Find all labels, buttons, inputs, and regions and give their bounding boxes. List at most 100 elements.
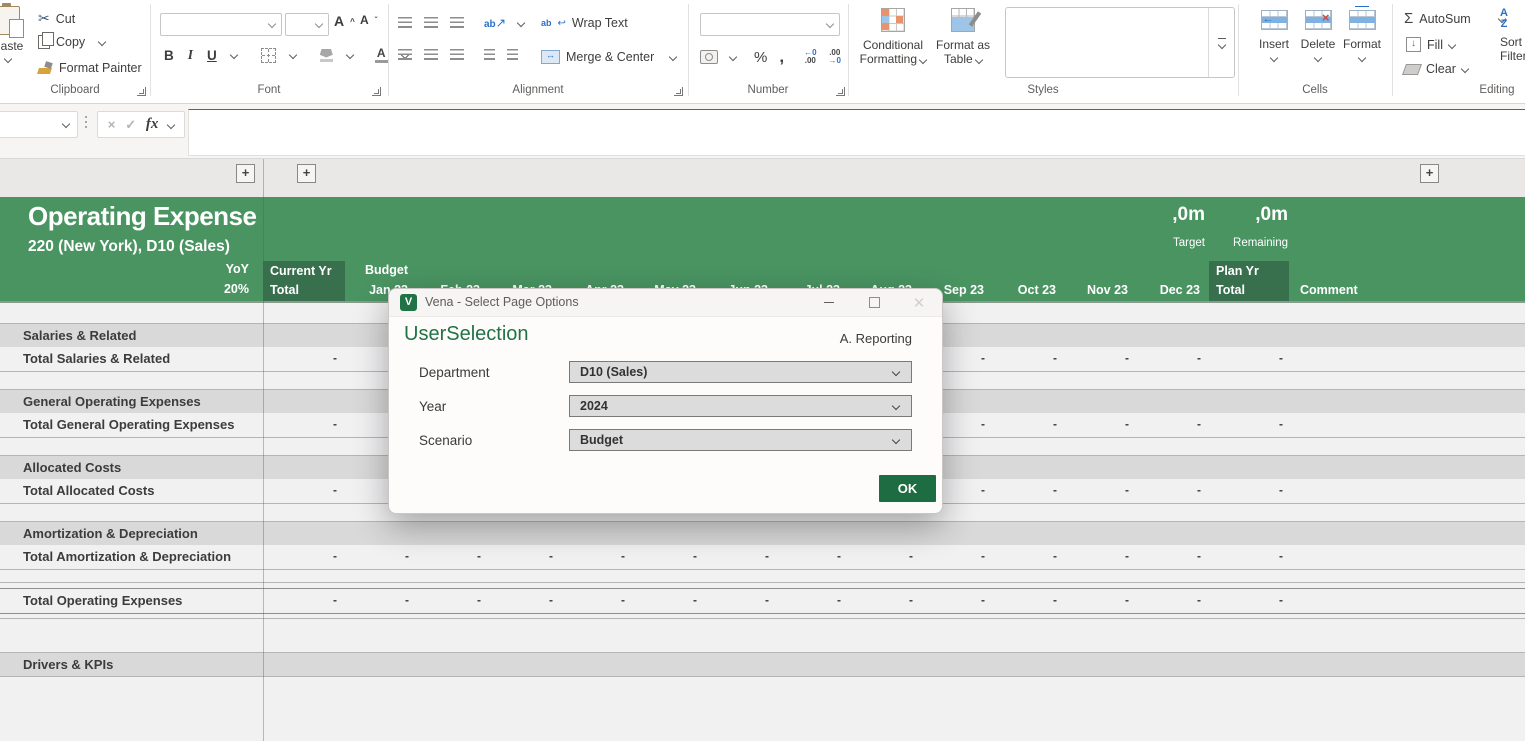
formula-bar-divider[interactable] (85, 116, 87, 118)
underline-button[interactable]: U (207, 48, 217, 63)
value-cell[interactable]: - (263, 479, 345, 503)
value-cell[interactable]: - (1137, 589, 1209, 613)
value-cell[interactable]: - (1209, 479, 1289, 503)
value-cell[interactable]: - (777, 545, 849, 569)
value-cell[interactable]: - (1209, 347, 1289, 371)
fill-button[interactable]: ↓ Fill (1406, 37, 1455, 52)
value-cell[interactable]: - (1065, 413, 1137, 437)
value-cell[interactable]: - (263, 347, 345, 371)
value-cell[interactable]: - (1137, 347, 1209, 371)
expand-group-button[interactable]: + (1420, 164, 1439, 183)
comment-cell[interactable] (1289, 545, 1525, 569)
clear-button[interactable]: Clear (1404, 62, 1468, 76)
increase-font-button[interactable]: A^ (334, 13, 355, 29)
percent-icon[interactable]: % (754, 49, 767, 66)
value-cell[interactable]: - (849, 589, 921, 613)
value-cell[interactable]: - (417, 545, 489, 569)
ok-button[interactable]: OK (879, 475, 936, 502)
expand-group-button[interactable]: + (236, 164, 255, 183)
value-cell[interactable]: - (417, 589, 489, 613)
cell-styles-gallery[interactable] (1005, 7, 1235, 78)
wrap-text-button[interactable]: ab↩ Wrap Text (541, 16, 628, 30)
align-left-icon[interactable] (398, 49, 412, 60)
value-cell[interactable]: - (849, 545, 921, 569)
decrease-font-button[interactable]: Aˇ (360, 13, 377, 27)
format-as-table-button[interactable]: Format as Table (926, 8, 1000, 66)
value-cell[interactable]: - (1209, 589, 1289, 613)
autosum-button[interactable]: Σ AutoSum (1404, 10, 1505, 27)
orientation-icon[interactable]: ab↗ (484, 15, 506, 30)
value-cell[interactable]: - (263, 589, 345, 613)
value-cell[interactable]: - (345, 589, 417, 613)
borders-icon[interactable] (261, 48, 276, 63)
enter-icon[interactable]: ✓ (125, 117, 136, 133)
copy-button[interactable]: Copy (38, 35, 105, 49)
font-size-combo[interactable] (285, 13, 329, 36)
value-cell[interactable]: - (993, 589, 1065, 613)
font-color-icon[interactable]: A (375, 48, 388, 63)
chevron-down-icon[interactable] (230, 51, 238, 59)
merge-center-button[interactable]: Merge & Center (541, 50, 676, 64)
value-cell[interactable]: - (561, 589, 633, 613)
dialog-launcher-icon[interactable] (674, 87, 683, 96)
expand-group-button[interactable]: + (297, 164, 316, 183)
dialog-titlebar[interactable]: V Vena - Select Page Options ✕ (389, 289, 942, 317)
value-cell[interactable]: - (921, 545, 993, 569)
value-cell[interactable]: - (1209, 413, 1289, 437)
insert-function-icon[interactable]: fx (146, 116, 159, 133)
increase-indent-icon[interactable] (507, 49, 518, 60)
value-cell[interactable]: - (263, 413, 345, 437)
chevron-down-icon[interactable] (517, 18, 525, 26)
cut-button[interactable]: ✂ Cut (38, 10, 75, 27)
chevron-down-icon[interactable] (167, 120, 175, 128)
comment-cell[interactable] (1289, 347, 1525, 371)
format-painter-button[interactable]: Format Painter (38, 61, 142, 75)
dialog-launcher-icon[interactable] (836, 87, 845, 96)
value-cell[interactable]: - (921, 589, 993, 613)
paste-button[interactable]: Paste (0, 6, 30, 62)
font-name-combo[interactable] (160, 13, 282, 36)
value-cell[interactable]: - (561, 545, 633, 569)
value-cell[interactable]: - (1209, 545, 1289, 569)
value-cell[interactable]: - (993, 347, 1065, 371)
value-cell[interactable]: - (993, 413, 1065, 437)
section-band-row[interactable]: Drivers & KPIs (0, 652, 1525, 677)
value-cell[interactable]: - (1137, 545, 1209, 569)
comment-cell[interactable] (1289, 589, 1525, 613)
value-cell[interactable]: - (1065, 479, 1137, 503)
value-cell[interactable]: - (705, 589, 777, 613)
comment-cell[interactable] (1289, 413, 1525, 437)
value-cell[interactable]: - (993, 479, 1065, 503)
align-middle-icon[interactable] (424, 17, 438, 28)
minimize-button[interactable] (812, 289, 846, 316)
cancel-icon[interactable]: × (108, 117, 116, 132)
gallery-more-button[interactable] (1208, 8, 1234, 77)
value-cell[interactable]: - (777, 589, 849, 613)
value-cell[interactable]: - (633, 545, 705, 569)
value-cell[interactable]: - (993, 545, 1065, 569)
conditional-formatting-button[interactable]: Conditional Formatting (856, 8, 930, 66)
section-band-row[interactable]: Amortization & Depreciation (0, 521, 1525, 546)
value-cell[interactable]: - (1137, 413, 1209, 437)
value-cell[interactable]: - (1065, 347, 1137, 371)
close-button[interactable]: ✕ (902, 289, 936, 316)
align-top-icon[interactable] (398, 17, 412, 28)
value-cell[interactable]: - (489, 589, 561, 613)
chevron-down-icon[interactable] (729, 53, 737, 61)
accounting-format-icon[interactable] (700, 50, 718, 64)
italic-button[interactable]: I (188, 47, 193, 63)
name-box[interactable] (0, 111, 78, 138)
align-bottom-icon[interactable] (450, 17, 464, 28)
value-cell[interactable]: - (489, 545, 561, 569)
value-cell[interactable]: - (263, 545, 345, 569)
chevron-down-icon[interactable] (346, 51, 354, 59)
scenario-select[interactable]: Budget (569, 429, 912, 451)
align-right-icon[interactable] (450, 49, 464, 60)
dialog-launcher-icon[interactable] (372, 87, 381, 96)
decrease-indent-icon[interactable] (484, 49, 495, 60)
formula-input[interactable] (188, 109, 1525, 156)
chevron-down-icon[interactable] (289, 51, 297, 59)
dialog-launcher-icon[interactable] (137, 87, 146, 96)
bold-button[interactable]: B (164, 48, 174, 63)
align-center-icon[interactable] (424, 49, 438, 60)
